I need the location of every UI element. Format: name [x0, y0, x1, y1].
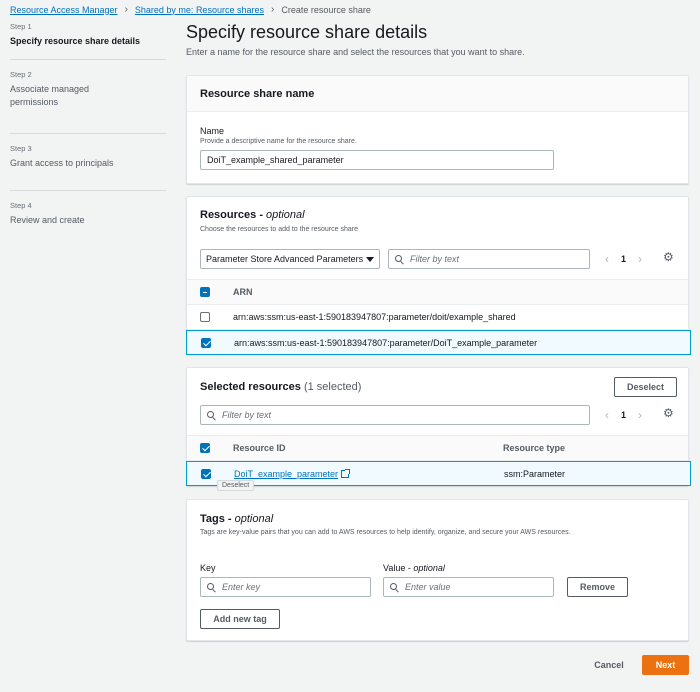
select-all-checkbox[interactable]: [200, 287, 210, 297]
filter-placeholder: Filter by text: [410, 254, 460, 264]
resources-panel: Resources - optional Choose the resource…: [186, 196, 691, 355]
gear-icon[interactable]: ⚙: [663, 250, 674, 264]
column-header-resource-type: Resource type: [503, 443, 566, 453]
selected-resources-panel: Selected resources (1 selected) Deselect…: [186, 367, 691, 486]
row-arn: arn:aws:ssm:us-east-1:590183947807:param…: [234, 337, 538, 348]
table-row[interactable]: arn:aws:ssm:us-east-1:590183947807:param…: [186, 330, 691, 355]
panel-header: Resource share name: [187, 76, 688, 112]
search-icon: [390, 582, 399, 592]
next-button[interactable]: Next: [642, 655, 689, 675]
row-checkbox[interactable]: [201, 468, 211, 479]
caret-down-icon: [366, 256, 374, 262]
resources-filter-input[interactable]: Filter by text: [388, 249, 590, 269]
chevron-left-icon[interactable]: ‹: [605, 252, 609, 266]
panel-title: Selected resources (1 selected): [200, 381, 362, 393]
tags-panel: Tags - optional Tags are key-value pairs…: [186, 499, 689, 641]
chevron-right-icon[interactable]: ›: [638, 252, 642, 266]
page-number[interactable]: 1: [621, 410, 626, 420]
step-title: Associate managed permissions: [10, 84, 90, 107]
selected-table-header: Resource ID Resource type: [187, 435, 688, 461]
step-number: Step 2: [10, 70, 32, 79]
panel-title: Tags - optional: [200, 513, 274, 525]
name-input-value: DoiT_example_shared_parameter: [207, 155, 344, 165]
gear-icon[interactable]: ⚙: [663, 406, 674, 420]
step-number: Step 1: [10, 22, 32, 31]
step-1[interactable]: Step 1 Specify resource share details: [10, 22, 166, 60]
filter-placeholder: Filter by text: [222, 410, 272, 420]
breadcrumb-link-resource-shares[interactable]: Shared by me: Resource shares: [135, 5, 264, 15]
remove-tag-button[interactable]: Remove: [567, 577, 628, 597]
breadcrumb: Resource Access Manager › Shared by me: …: [10, 4, 371, 15]
breadcrumb-link-ram[interactable]: Resource Access Manager: [10, 5, 118, 15]
name-label: Name: [200, 126, 225, 136]
wizard-steps: Step 1 Specify resource share details St…: [10, 22, 166, 247]
chevron-right-icon: ›: [270, 4, 275, 15]
column-header-resource-id: Resource ID: [233, 443, 286, 453]
breadcrumb-current: Create resource share: [281, 4, 371, 15]
chevron-left-icon[interactable]: ‹: [605, 408, 609, 422]
selected-pagination: ‹ 1 ›: [605, 408, 642, 422]
resource-id-link[interactable]: DoiT_example_parameter: [234, 469, 338, 479]
add-new-tag-button[interactable]: Add new tag: [200, 609, 280, 629]
step-title: Review and create: [10, 215, 85, 225]
search-icon: [395, 254, 404, 264]
step-4[interactable]: Step 4 Review and create: [10, 201, 166, 237]
search-icon: [207, 582, 216, 592]
value-placeholder: Enter value: [405, 582, 451, 592]
step-3[interactable]: Step 3 Grant access to principals: [10, 144, 166, 191]
row-checkbox[interactable]: [201, 337, 211, 348]
resource-share-name-panel: Resource share name Name Provide a descr…: [186, 75, 689, 184]
step-2[interactable]: Step 2 Associate managed permissions: [10, 70, 166, 134]
resources-pagination: ‹ 1 ›: [605, 252, 642, 266]
name-input[interactable]: DoiT_example_shared_parameter: [200, 150, 554, 170]
external-link-icon[interactable]: [341, 468, 351, 478]
chevron-right-icon: ›: [124, 4, 128, 15]
tag-key-input[interactable]: Enter key: [200, 577, 371, 597]
page-number[interactable]: 1: [621, 254, 626, 264]
step-number: Step 3: [10, 144, 32, 153]
resource-type-value: Parameter Store Advanced Parameters: [206, 254, 364, 264]
search-icon: [207, 410, 216, 420]
panel-title: Resources - optional: [200, 209, 305, 221]
chevron-right-icon[interactable]: ›: [638, 408, 642, 422]
panel-title: Resource share name: [200, 87, 315, 100]
select-all-checkbox[interactable]: [200, 443, 210, 453]
step-number: Step 4: [10, 201, 32, 210]
selected-filter-input[interactable]: Filter by text: [200, 405, 590, 425]
name-hint: Provide a descriptive name for the resou…: [200, 138, 357, 145]
page-title: Specify resource share details: [186, 22, 428, 42]
resource-type-select[interactable]: Parameter Store Advanced Parameters: [200, 249, 380, 269]
cancel-button[interactable]: Cancel: [588, 655, 630, 675]
table-row[interactable]: arn:aws:ssm:us-east-1:590183947807:param…: [187, 305, 688, 330]
step-title: Grant access to principals: [10, 158, 114, 168]
key-placeholder: Enter key: [222, 582, 261, 592]
panel-subtitle: Tags are key-value pairs that you can ad…: [200, 529, 571, 536]
row-checkbox[interactable]: [200, 312, 210, 322]
value-label: Value - optional: [383, 563, 445, 573]
table-row[interactable]: DoiT_example_parameter ssm:Parameter: [186, 461, 691, 486]
key-label: Key: [200, 563, 216, 573]
resources-table-header: ARN: [187, 279, 688, 305]
deselect-button[interactable]: Deselect: [614, 377, 677, 397]
deselect-tooltip: Deselect: [217, 480, 255, 491]
step-title: Specify resource share details: [10, 36, 141, 46]
resource-id-cell: DoiT_example_parameter: [234, 468, 504, 479]
page-description: Enter a name for the resource share and …: [186, 47, 525, 57]
row-arn: arn:aws:ssm:us-east-1:590183947807:param…: [233, 312, 516, 322]
panel-subtitle: Choose the resources to add to the resou…: [200, 226, 358, 233]
column-header-arn: ARN: [233, 287, 253, 297]
tag-value-input[interactable]: Enter value: [383, 577, 554, 597]
resource-type-cell: ssm:Parameter: [504, 468, 566, 479]
